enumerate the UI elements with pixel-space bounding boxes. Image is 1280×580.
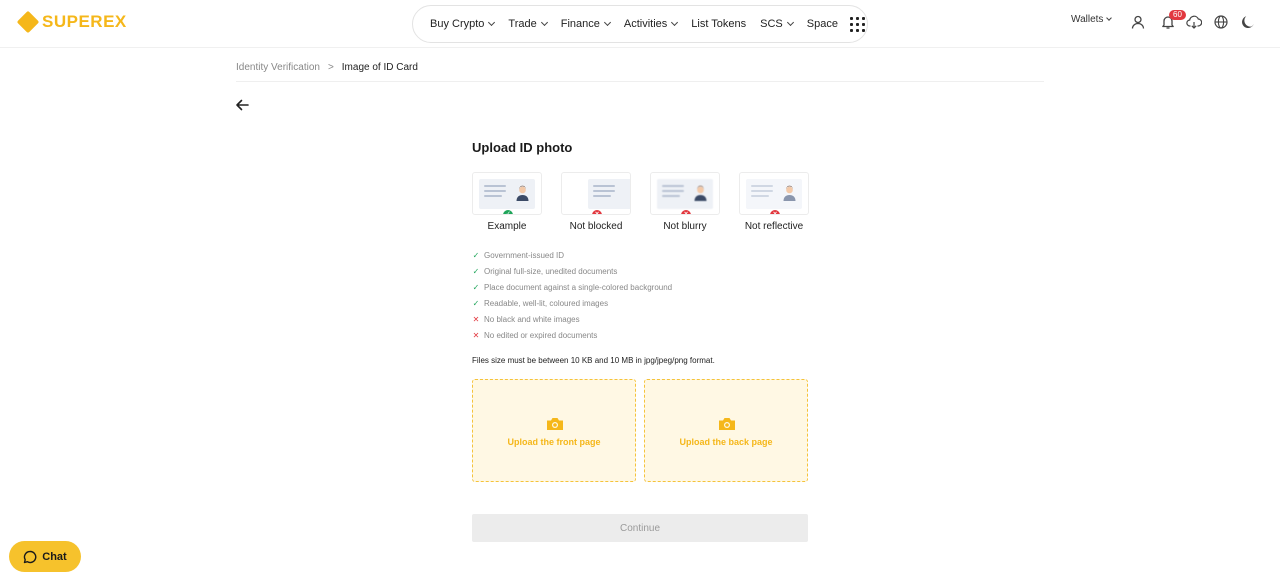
- logo-diamond-icon: [16, 10, 40, 34]
- check-icon: ✓: [472, 298, 480, 308]
- back-arrow-icon[interactable]: [234, 97, 250, 113]
- chat-bubble-icon: [24, 550, 37, 563]
- id-card-illustration: ×: [561, 172, 631, 215]
- main-nav: Buy Crypto Trade Finance Activities List…: [412, 5, 868, 43]
- chat-button[interactable]: Chat: [9, 541, 81, 572]
- requirement-text: Readable, well-lit, coloured images: [484, 298, 609, 308]
- cross-icon: ×: [681, 210, 691, 214]
- superex-logo[interactable]: SUPEREX: [16, 10, 127, 34]
- upload-back-page-dropzone[interactable]: Upload the back page: [644, 379, 808, 482]
- id-photo-examples: ✓ Example × Not blocked × Not blurry × N…: [472, 172, 828, 232]
- nav-item-finance[interactable]: Finance: [560, 18, 611, 30]
- wallets-menu[interactable]: Wallets: [1071, 14, 1113, 25]
- upload-front-label: Upload the front page: [507, 437, 601, 447]
- id-card-illustration: ✓: [472, 172, 542, 215]
- example-label: Not blurry: [663, 221, 707, 232]
- continue-button[interactable]: Continue: [472, 514, 808, 542]
- breadcrumb-divider: [236, 81, 1044, 82]
- breadcrumb: Identity Verification > Image of ID Card: [236, 62, 418, 73]
- requirement-text: No edited or expired documents: [484, 330, 598, 340]
- check-icon: ✓: [472, 250, 480, 260]
- example-label: Not blocked: [569, 221, 623, 232]
- wallets-label: Wallets: [1071, 14, 1104, 25]
- notification-count-badge: 60: [1169, 10, 1186, 20]
- list-item: ✕ No edited or expired documents: [472, 327, 672, 343]
- chat-label: Chat: [42, 550, 67, 563]
- nav-item-label: Space: [806, 18, 838, 30]
- check-icon: ✓: [472, 282, 480, 292]
- example-item: × Not blocked: [561, 172, 650, 232]
- breadcrumb-current: Image of ID Card: [341, 62, 418, 73]
- cross-icon: ✕: [472, 330, 480, 340]
- requirement-text: Government-issued ID: [484, 250, 565, 260]
- list-item: ✓ Original full-size, unedited documents: [472, 263, 672, 279]
- requirement-text: No black and white images: [484, 314, 580, 324]
- breadcrumb-identity-verification[interactable]: Identity Verification: [236, 62, 320, 73]
- chevron-down-icon: [786, 18, 794, 27]
- user-icon[interactable]: [1130, 14, 1146, 30]
- nav-item-label: Activities: [623, 18, 668, 30]
- requirement-text: Place document against a single-colored …: [484, 282, 673, 292]
- nav-item-label: List Tokens: [691, 18, 747, 30]
- logo-text: SUPEREX: [42, 12, 127, 31]
- chevron-down-icon: [540, 18, 548, 27]
- header-tools: Wallets: [1071, 14, 1113, 25]
- nav-item-trade[interactable]: Trade: [508, 18, 548, 30]
- page-title: Upload ID photo: [472, 140, 573, 155]
- nav-item-scs[interactable]: SCS: [760, 18, 794, 30]
- apps-grid-icon[interactable]: [849, 16, 865, 32]
- cross-icon: ×: [770, 210, 780, 214]
- nav-item-label: Buy Crypto: [430, 18, 485, 30]
- nav-item-label: Trade: [508, 18, 537, 30]
- nav-item-activities[interactable]: Activities: [623, 18, 679, 30]
- requirement-text: Original full-size, unedited documents: [484, 266, 618, 276]
- list-item: ✓ Government-issued ID: [472, 247, 672, 263]
- chevron-down-icon: [488, 18, 496, 27]
- example-label: Example: [487, 221, 527, 232]
- portrait-icon: [783, 185, 796, 201]
- nav-item-list-tokens[interactable]: List Tokens: [691, 18, 746, 30]
- file-size-note: Files size must be between 10 KB and 10 …: [472, 356, 715, 365]
- globe-icon[interactable]: [1213, 14, 1229, 30]
- requirements-list: ✓ Government-issued ID ✓ Original full-siz…: [472, 247, 672, 343]
- cross-icon: ×: [592, 210, 602, 214]
- nav-item-label: SCS: [760, 18, 783, 30]
- nav-item-label: Finance: [560, 18, 600, 30]
- list-item: ✓ Place document against a single-colored…: [472, 279, 672, 295]
- cross-icon: ✕: [472, 314, 480, 324]
- chevron-down-icon: [671, 18, 679, 27]
- list-item: ✓ Readable, well-lit, coloured images: [472, 295, 672, 311]
- id-card-illustration: ×: [650, 172, 720, 215]
- portrait-icon: [516, 185, 529, 201]
- download-icon[interactable]: [1186, 14, 1202, 30]
- camera-icon: [547, 418, 563, 430]
- camera-icon: [719, 418, 735, 430]
- top-header: SUPEREX Buy Crypto Trade Finance Activit…: [0, 0, 1280, 48]
- chevron-down-icon: [603, 18, 611, 27]
- list-item: ✕ No black and white images: [472, 311, 672, 327]
- id-card-illustration: ×: [739, 172, 809, 215]
- chevron-down-icon: [1106, 15, 1113, 21]
- breadcrumb-separator: >: [327, 62, 334, 73]
- portrait-icon: [694, 185, 707, 201]
- dark-mode-moon-icon[interactable]: [1240, 14, 1256, 30]
- nav-item-buy-crypto[interactable]: Buy Crypto: [430, 18, 496, 30]
- upload-front-page-dropzone[interactable]: Upload the front page: [472, 379, 636, 482]
- notifications-button[interactable]: 60: [1160, 10, 1186, 30]
- check-icon: ✓: [472, 266, 480, 276]
- example-item: × Not blurry: [650, 172, 739, 232]
- upload-back-label: Upload the back page: [679, 437, 773, 447]
- example-item: ✓ Example: [472, 172, 561, 232]
- check-icon: ✓: [503, 210, 513, 214]
- example-label: Not reflective: [744, 221, 804, 232]
- example-item: × Not reflective: [739, 172, 828, 232]
- nav-item-space[interactable]: Space: [807, 18, 838, 30]
